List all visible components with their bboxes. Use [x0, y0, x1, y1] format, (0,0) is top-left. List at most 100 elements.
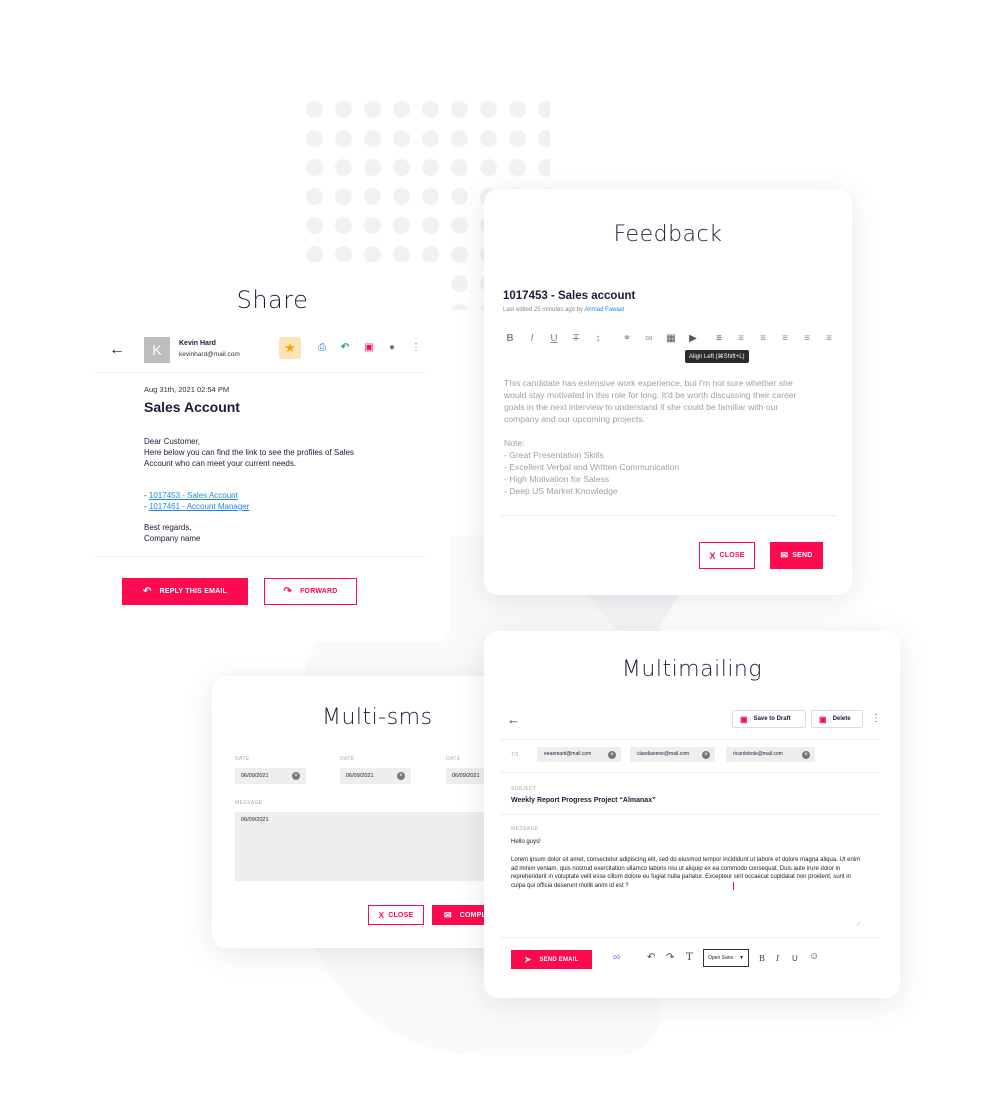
- reply-email-button[interactable]: ↶ REPLY THIS EMAIL: [122, 578, 248, 605]
- multisms-card: Multi-sms DATE DATE DATE 06/09/2021 × 06/…: [212, 676, 508, 948]
- mail-date: Aug 31th, 2021 02:54 PM: [144, 385, 230, 394]
- subject-input[interactable]: Weekly Report Progress Project “Almanax”: [511, 797, 656, 804]
- close-button[interactable]: X CLOSE: [699, 542, 755, 569]
- forward-button[interactable]: ↷ FORWARD: [264, 578, 357, 605]
- profile-link[interactable]: 1017453 - Sales Account: [149, 491, 238, 500]
- mail-body-line: Here below you can find the link to see …: [144, 448, 354, 457]
- multimailing-title: Multimailing: [621, 657, 763, 682]
- message-textarea[interactable]: 06/09/2021: [235, 812, 508, 881]
- indent-icon[interactable]: ≡: [822, 332, 836, 346]
- more-options-icon[interactable]: ⋮: [868, 711, 884, 727]
- delete-button[interactable]: ▣ Delete: [811, 710, 863, 728]
- recipient-email: eeaemarti@mail.com: [544, 751, 592, 757]
- italic-icon[interactable]: I: [776, 954, 779, 963]
- mail-link-row: - 1017453 - Sales Account: [144, 491, 238, 500]
- recipient-email: ricardobole@mail.com: [733, 751, 783, 757]
- redo-icon[interactable]: ↷: [666, 952, 674, 963]
- forward-label: FORWARD: [300, 588, 338, 595]
- author-link[interactable]: Ahmad Fawaid: [584, 307, 624, 313]
- recipient-chip[interactable]: eeaemarti@mail.com ×: [537, 747, 621, 762]
- header-divider: [500, 739, 880, 740]
- recipient-chip[interactable]: ricardobole@mail.com ×: [726, 747, 815, 762]
- mail-icon: ✉: [444, 909, 452, 920]
- note-item: - Excellent Verbal and Written Communica…: [504, 462, 680, 472]
- bold-icon[interactable]: B: [759, 954, 765, 963]
- font-family-select[interactable]: Open Sans ▼: [703, 949, 749, 967]
- note-item: - Deep US Market Knowledge: [504, 486, 618, 496]
- save-draft-button[interactable]: ▣ Save to Draft: [732, 710, 806, 728]
- multimailing-card: Multimailing ← ▣ Save to Draft ▣ Delete ⋮ …: [484, 631, 900, 998]
- send-button[interactable]: ✉ SEND: [770, 542, 823, 569]
- mail-icon: ✉: [780, 550, 789, 560]
- reply-email-label: REPLY THIS EMAIL: [159, 588, 227, 595]
- multisms-title: Multi-sms: [322, 705, 433, 730]
- close-icon: X: [709, 550, 716, 561]
- message-greeting: Hello guys!: [511, 839, 541, 845]
- star-icon[interactable]: ★: [279, 337, 301, 359]
- underline-icon[interactable]: U: [547, 332, 561, 346]
- image-icon[interactable]: ▦: [664, 332, 678, 346]
- remove-recipient-icon[interactable]: ×: [702, 750, 710, 759]
- text-size-icon[interactable]: ↕: [591, 332, 605, 346]
- feedback-heading: 1017453 - Sales account: [503, 290, 636, 302]
- feedback-paragraph-line: goals in the next interview to understan…: [504, 402, 779, 412]
- delete-icon[interactable]: ▣: [361, 340, 377, 356]
- undo-icon[interactable]: ↶: [647, 952, 655, 963]
- close-label: CLOSE: [719, 552, 745, 559]
- last-edited-meta: Last edited 25 minutes ago by Ahmad Fawa…: [503, 307, 624, 313]
- mail-body-line: Account who can meet your current needs.: [144, 459, 297, 468]
- more-options-icon[interactable]: ⋮: [408, 340, 424, 356]
- feedback-paragraph-line: company and our upcoming projects.: [504, 414, 645, 424]
- align-center-icon[interactable]: ≡: [734, 332, 748, 346]
- strikethrough-icon[interactable]: T: [569, 332, 583, 346]
- back-arrow-icon[interactable]: ←: [109, 341, 125, 359]
- print-icon[interactable]: ⎙: [314, 340, 330, 356]
- feedback-paragraph-line: This candidate has extensive work experi…: [504, 378, 793, 388]
- message-body-line: Lorem ipsum dolor sit amet, consectetur …: [511, 857, 861, 863]
- date-field[interactable]: 06/09/2021 ×: [340, 768, 411, 784]
- avatar: K: [144, 337, 170, 363]
- resize-handle-icon[interactable]: ∕: [858, 921, 859, 928]
- justify-icon[interactable]: ≡: [778, 332, 792, 346]
- delete-label: Delete: [832, 716, 851, 722]
- send-email-label: SEND EMAIL: [539, 956, 579, 963]
- align-left-icon[interactable]: ≡: [712, 332, 726, 346]
- clear-icon[interactable]: ×: [292, 772, 300, 780]
- message-label: MESSAGE: [511, 826, 539, 832]
- send-label: SEND: [792, 552, 813, 559]
- close-icon: X: [378, 910, 385, 920]
- profile-link[interactable]: 1017461 - Account Manager: [149, 502, 250, 511]
- recipient-chip[interactable]: claediaenne@mail.com ×: [630, 747, 715, 762]
- underline-icon[interactable]: U: [792, 954, 798, 963]
- clock-icon[interactable]: ●: [384, 340, 400, 356]
- subject-divider: [500, 814, 880, 815]
- remove-recipient-icon[interactable]: ×: [802, 750, 810, 759]
- date-label: DATE: [340, 756, 355, 762]
- forward-icon: ↷: [283, 586, 293, 597]
- close-button[interactable]: X CLOSE: [368, 905, 424, 925]
- share-card: Share ← K Kevin Hard kevinhard@mail.com …: [95, 262, 450, 642]
- date-value: 06/09/2021: [346, 773, 374, 779]
- attachment-icon[interactable]: ∞: [642, 332, 656, 346]
- message-divider: [500, 937, 880, 938]
- remove-recipient-icon[interactable]: ×: [608, 750, 616, 759]
- message-body-line: ad minim veniam, quis nostrud exercitati…: [511, 865, 841, 872]
- close-label: CLOSE: [388, 911, 414, 919]
- back-arrow-icon[interactable]: ←: [507, 712, 520, 727]
- video-icon[interactable]: ▶: [686, 332, 700, 346]
- text-format-icon[interactable]: T: [686, 952, 693, 963]
- reply-icon: ↶: [143, 586, 152, 597]
- send-icon: ➤: [524, 955, 532, 964]
- align-right-icon[interactable]: ≡: [756, 332, 770, 346]
- link-icon[interactable]: ⚭: [620, 332, 634, 346]
- attachment-icon[interactable]: ∞: [613, 952, 620, 963]
- emoji-icon[interactable]: ☺: [809, 951, 819, 962]
- reply-icon[interactable]: ↶: [337, 340, 353, 356]
- align-left-tooltip: Align Left (⌘Shift+L): [685, 350, 749, 363]
- date-field[interactable]: 06/09/2021 ×: [235, 768, 306, 784]
- clear-icon[interactable]: ×: [397, 772, 405, 780]
- italic-icon[interactable]: I: [525, 332, 539, 346]
- send-email-button[interactable]: ➤ SEND EMAIL: [511, 950, 592, 969]
- bold-icon[interactable]: B: [503, 332, 517, 346]
- list-icon[interactable]: ≡: [800, 332, 814, 346]
